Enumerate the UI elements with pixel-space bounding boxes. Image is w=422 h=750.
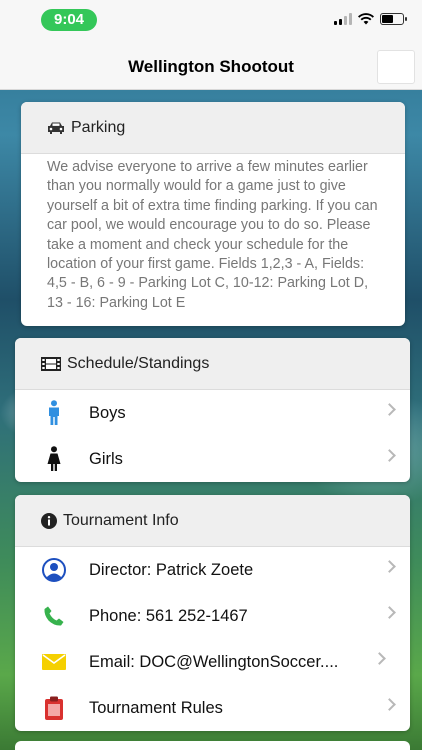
girls-label: Girls — [89, 449, 123, 468]
tournament-header: Tournament Info — [15, 495, 410, 547]
mail-icon — [42, 650, 66, 674]
schedule-row-boys[interactable]: Boys — [15, 390, 410, 436]
person-icon — [42, 558, 66, 582]
boys-label: Boys — [89, 403, 126, 422]
chevron-right-icon — [383, 560, 396, 573]
clipboard-icon — [42, 696, 66, 720]
page-title: Wellington Shootout — [128, 57, 294, 76]
status-bar: 9:04 — [0, 0, 422, 40]
info-icon — [41, 512, 57, 529]
cellular-signal-icon — [334, 13, 352, 25]
navigation-bar: Wellington Shootout — [0, 40, 422, 90]
schedule-header: Schedule/Standings — [15, 338, 410, 390]
chevron-right-icon — [383, 606, 396, 619]
tournament-info-card: Tournament Info Director: Patrick Zoete … — [15, 495, 410, 731]
director-row[interactable]: Director: Patrick Zoete — [15, 547, 410, 593]
chevron-right-icon — [373, 652, 386, 665]
rules-label: Tournament Rules — [89, 698, 223, 717]
film-icon — [41, 356, 61, 371]
schedule-title: Schedule/Standings — [67, 354, 210, 372]
male-icon — [42, 400, 66, 425]
parking-card: Parking We advise everyone to arrive a f… — [21, 102, 405, 326]
tournament-title: Tournament Info — [63, 511, 179, 529]
chevron-right-icon — [383, 449, 396, 462]
chevron-right-icon — [383, 698, 396, 711]
next-card-partial — [15, 741, 410, 750]
schedule-card: Schedule/Standings Boys Girls — [15, 338, 410, 482]
email-row[interactable]: Email: DOC@WellingtonSoccer.... — [15, 639, 410, 685]
parking-header: Parking — [21, 102, 405, 154]
parking-title: Parking — [71, 118, 126, 136]
parking-description: We advise everyone to arrive a few minut… — [47, 159, 378, 311]
female-icon — [42, 446, 66, 471]
phone-label: Phone: 561 252-1467 — [89, 606, 248, 625]
wifi-icon — [358, 13, 374, 25]
battery-icon — [380, 13, 407, 25]
status-time: 9:04 — [41, 9, 97, 31]
nav-action-button[interactable] — [377, 50, 415, 84]
director-label: Director: Patrick Zoete — [89, 560, 254, 579]
email-label: Email: DOC@WellingtonSoccer.... — [89, 652, 339, 671]
schedule-row-girls[interactable]: Girls — [15, 436, 410, 482]
phone-icon — [42, 604, 66, 628]
phone-row[interactable]: Phone: 561 252-1467 — [15, 593, 410, 639]
rules-row[interactable]: Tournament Rules — [15, 685, 410, 731]
car-icon — [48, 122, 64, 134]
chevron-right-icon — [383, 403, 396, 416]
status-icons — [334, 13, 407, 25]
